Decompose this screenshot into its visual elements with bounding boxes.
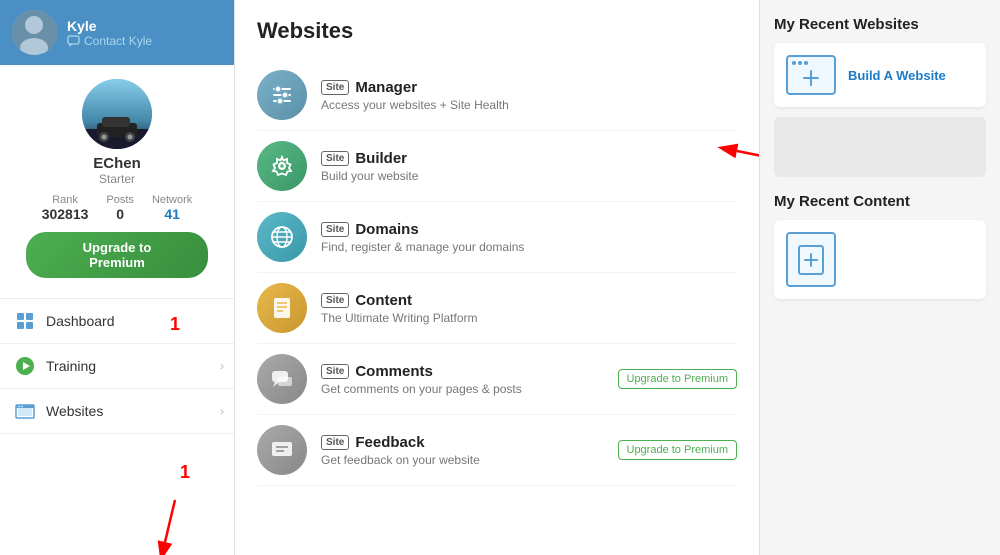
feedback-info: Site Feedback Get feedback on your websi… — [321, 434, 604, 467]
recent-content-section: My Recent Content — [774, 193, 986, 299]
chat-bubbles-icon — [269, 366, 295, 392]
websites-icon — [14, 400, 36, 422]
list-item-content[interactable]: Site Content The Ultimate Writing Platfo… — [257, 273, 737, 344]
domains-icon — [257, 212, 307, 262]
domains-title-row: Site Domains — [321, 221, 737, 238]
recent-content-title: My Recent Content — [774, 193, 986, 210]
plus-icon — [799, 66, 823, 90]
content-badge: Site — [321, 293, 349, 308]
domains-badge: Site — [321, 222, 349, 237]
feedback-title-row: Site Feedback — [321, 434, 604, 451]
kyle-avatar — [12, 10, 57, 55]
profile-avatar-image — [82, 79, 152, 149]
document-icon — [269, 295, 295, 321]
right-panel: My Recent Websites Build A Website My Re… — [760, 0, 1000, 555]
list-item-builder[interactable]: Site Builder Build your website 2 — [257, 131, 737, 202]
domains-info: Site Domains Find, register & manage you… — [321, 221, 737, 254]
manager-desc: Access your websites + Site Health — [321, 98, 737, 112]
upgrade-to-premium-button[interactable]: Upgrade to Premium — [26, 232, 208, 278]
content-info: Site Content The Ultimate Writing Platfo… — [321, 292, 737, 325]
profile-username: EChen — [93, 155, 141, 172]
profile-plan: Starter — [99, 172, 135, 186]
sidebar-nav: Dashboard Training › — [0, 298, 234, 434]
domains-desc: Find, register & manage your domains — [321, 240, 737, 254]
sliders-icon — [269, 82, 295, 108]
page-title: Websites — [257, 18, 737, 44]
stat-posts: Posts 0 — [106, 194, 134, 222]
stat-network: Network 41 — [152, 194, 192, 222]
list-item-manager[interactable]: Site Manager Access your websites + Site… — [257, 60, 737, 131]
gear-icon — [269, 153, 295, 179]
annotation-1: 1 — [170, 314, 180, 335]
recent-websites-title: My Recent Websites — [774, 16, 986, 33]
builder-desc: Build your website — [321, 169, 737, 183]
comments-icon — [257, 354, 307, 404]
manager-name: Manager — [355, 79, 417, 96]
list-item-domains[interactable]: Site Domains Find, register & manage you… — [257, 202, 737, 273]
kyle-info: Kyle Contact Kyle — [67, 18, 152, 48]
content-card-icon — [786, 232, 836, 287]
manager-info: Site Manager Access your websites + Site… — [321, 79, 737, 112]
content-title-row: Site Content — [321, 292, 737, 309]
comments-title-row: Site Comments — [321, 363, 604, 380]
websites-chevron-icon: › — [220, 404, 224, 418]
feedback-badge: Site — [321, 435, 349, 450]
browser-dot-2 — [798, 61, 802, 65]
browser-dot-1 — [792, 61, 796, 65]
feedback-icon-svg — [269, 437, 295, 463]
feedback-name: Feedback — [355, 434, 424, 451]
feedback-icon — [257, 425, 307, 475]
sidebar-item-training[interactable]: Training › — [0, 344, 234, 389]
chat-icon — [67, 35, 80, 47]
browser-dot-3 — [804, 61, 808, 65]
training-icon — [14, 355, 36, 377]
contact-kyle-link[interactable]: Contact Kyle — [67, 34, 152, 48]
sidebar-item-dashboard[interactable]: Dashboard — [0, 299, 234, 344]
profile-section: EChen Starter Rank 302813 Posts 0 Networ… — [0, 65, 234, 294]
sidebar-item-dashboard-label: Dashboard — [46, 313, 220, 329]
main-content: Websites Site Manager Access your websit… — [235, 0, 760, 555]
build-website-label: Build A Website — [848, 68, 946, 83]
comments-desc: Get comments on your pages & posts — [321, 382, 604, 396]
recent-website-placeholder — [774, 117, 986, 177]
content-desc: The Ultimate Writing Platform — [321, 311, 737, 325]
builder-name: Builder — [355, 150, 407, 167]
sidebar-item-websites[interactable]: Websites › — [0, 389, 234, 434]
training-chevron-icon: › — [220, 359, 224, 373]
feedback-desc: Get feedback on your website — [321, 453, 604, 467]
builder-title-row: Site Builder — [321, 150, 737, 167]
comments-upgrade-button[interactable]: Upgrade to Premium — [618, 369, 738, 389]
domains-name: Domains — [355, 221, 418, 238]
builder-info: Site Builder Build your website — [321, 150, 737, 183]
manager-icon — [257, 70, 307, 120]
comments-badge: Site — [321, 364, 349, 379]
sidebar-top-bar: Kyle Contact Kyle — [0, 0, 234, 65]
dashboard-icon — [14, 310, 36, 332]
document-plus-icon — [797, 244, 825, 276]
sidebar-item-websites-label: Websites — [46, 403, 220, 419]
builder-icon — [257, 141, 307, 191]
profile-avatar — [82, 79, 152, 149]
sidebar: Kyle Contact Kyle — [0, 0, 235, 555]
recent-content-card[interactable] — [774, 220, 986, 299]
list-item-feedback[interactable]: Site Feedback Get feedback on your websi… — [257, 415, 737, 486]
content-name: Content — [355, 292, 412, 309]
build-website-icon — [786, 55, 836, 95]
feedback-upgrade-button[interactable]: Upgrade to Premium — [618, 440, 738, 460]
comments-info: Site Comments Get comments on your pages… — [321, 363, 604, 396]
list-item-comments[interactable]: Site Comments Get comments on your pages… — [257, 344, 737, 415]
kyle-name: Kyle — [67, 18, 152, 34]
builder-badge: Site — [321, 151, 349, 166]
stat-rank: Rank 302813 — [42, 194, 89, 222]
manager-title-row: Site Manager — [321, 79, 737, 96]
sidebar-item-training-label: Training — [46, 358, 220, 374]
profile-stats: Rank 302813 Posts 0 Network 41 — [42, 194, 193, 222]
content-icon — [257, 283, 307, 333]
manager-badge: Site — [321, 80, 349, 95]
build-website-card[interactable]: Build A Website — [774, 43, 986, 107]
globe-icon — [269, 224, 295, 250]
comments-name: Comments — [355, 363, 433, 380]
